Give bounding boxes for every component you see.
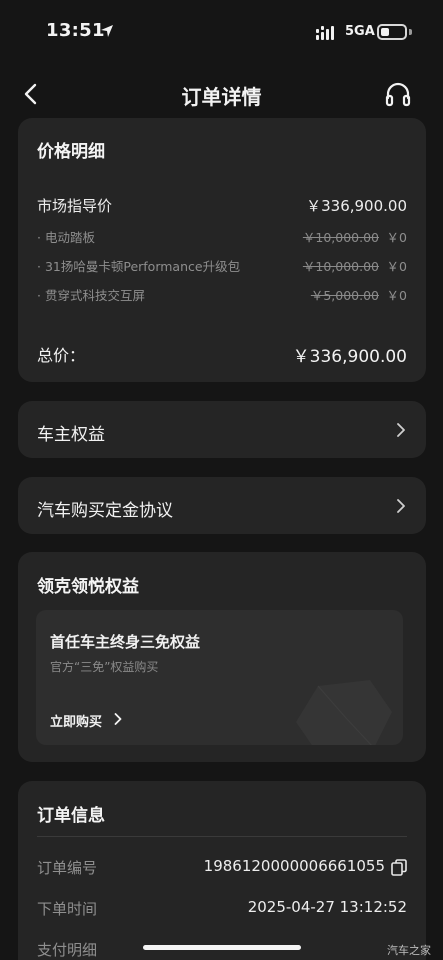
hexagon-decoration-icon [296, 680, 392, 745]
option-original-price: ￥5,000.00 [310, 288, 379, 303]
chevron-right-icon [397, 499, 405, 513]
status-bar: 13:51 5GA [0, 0, 443, 62]
option-original-price: ￥10,000.00 [302, 259, 379, 274]
total-value: ￥336,900.00 [292, 347, 407, 367]
order-time-value: 2025-04-27 13:12:52 [247, 898, 407, 916]
copy-icon[interactable] [391, 859, 407, 876]
battery-icon [377, 24, 407, 40]
lynk-benefits-card: 领克领悦权益 首任车主终身三免权益 官方“三免”权益购买 立即购买 [18, 552, 426, 762]
chevron-right-icon [397, 423, 405, 437]
option-original-price: ￥10,000.00 [302, 230, 379, 245]
order-info-title: 订单信息 [37, 806, 105, 826]
headset-icon[interactable] [382, 78, 414, 110]
order-time-label: 下单时间 [37, 900, 98, 918]
price-detail-card: 价格明细 市场指导价 ￥336,900.00 · 电动踏板 ￥10,000.00… [18, 118, 426, 382]
deposit-agreement-label: 汽车购买定金协议 [37, 501, 173, 521]
signal-icon [316, 26, 334, 40]
home-indicator [143, 945, 301, 950]
option-label: · 31扬哈曼卡顿Performance升级包 [37, 259, 241, 274]
order-number-label: 订单编号 [37, 859, 98, 877]
benefit-offer-title: 首任车主终身三免权益 [50, 633, 201, 651]
msrp-label: 市场指导价 [37, 197, 113, 215]
page-title: 订单详情 [181, 85, 262, 109]
option-label: · 贯穿式科技交互屏 [37, 288, 145, 303]
divider [37, 836, 407, 837]
owner-benefits-label: 车主权益 [37, 425, 105, 445]
location-arrow-icon [101, 25, 113, 37]
payment-detail-label: 支付明细 [37, 941, 98, 959]
order-number-value: 1986120000006661055 [203, 857, 385, 875]
watermark: 汽车之家 [387, 944, 431, 957]
option-price: ￥0 [386, 288, 407, 303]
buy-now-button[interactable]: 立即购买 [50, 711, 102, 730]
owner-benefits-link[interactable]: 车主权益 [18, 401, 426, 458]
total-label: 总价： [37, 346, 86, 365]
benefit-offer-subtitle: 官方“三免”权益购买 [50, 660, 159, 674]
price-detail-title: 价格明细 [37, 142, 105, 162]
msrp-value: ￥336,900.00 [306, 197, 407, 215]
status-time: 13:51 [46, 20, 105, 41]
benefit-offer-card[interactable]: 首任车主终身三免权益 官方“三免”权益购买 立即购买 [36, 610, 403, 745]
lynk-benefits-title: 领克领悦权益 [37, 577, 139, 597]
chevron-right-icon [114, 713, 122, 725]
option-label: · 电动踏板 [37, 230, 95, 245]
network-label: 5GA [345, 24, 375, 39]
order-info-card: 订单信息 订单编号 1986120000006661055 下单时间 2025-… [18, 781, 426, 960]
option-price: ￥0 [386, 230, 407, 245]
option-price: ￥0 [386, 259, 407, 274]
deposit-agreement-link[interactable]: 汽车购买定金协议 [18, 477, 426, 534]
nav-bar: 订单详情 [0, 70, 443, 116]
